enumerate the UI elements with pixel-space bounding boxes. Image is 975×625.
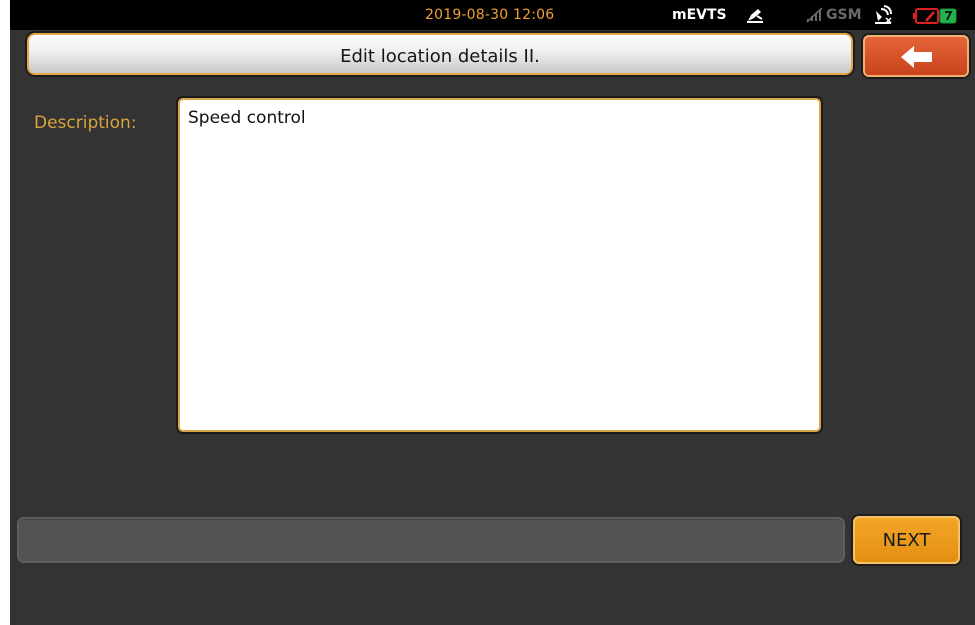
edit-icon — [747, 9, 763, 23]
no-signal-icon — [806, 7, 823, 23]
back-arrow-icon — [901, 46, 932, 68]
gps-off-icon — [875, 5, 892, 24]
status-network: GSM — [826, 7, 862, 23]
device-screen: 2019-08-30 12:06 mEVTS GSM Edit location… — [10, 0, 975, 625]
status-datetime: 2019-08-30 12:06 — [425, 7, 555, 23]
battery-icon — [913, 8, 957, 24]
message-bar — [17, 517, 845, 563]
page-title: Edit location details II. — [340, 46, 540, 67]
status-bar: 2019-08-30 12:06 mEVTS GSM — [10, 0, 975, 30]
back-button[interactable] — [863, 35, 969, 77]
status-app-name: mEVTS — [672, 7, 727, 23]
description-label: Description: — [34, 113, 137, 133]
next-button[interactable]: NEXT — [853, 516, 960, 564]
description-field[interactable] — [178, 98, 821, 432]
title-bar: Edit location details II. — [27, 33, 853, 75]
next-button-label: NEXT — [882, 530, 931, 551]
